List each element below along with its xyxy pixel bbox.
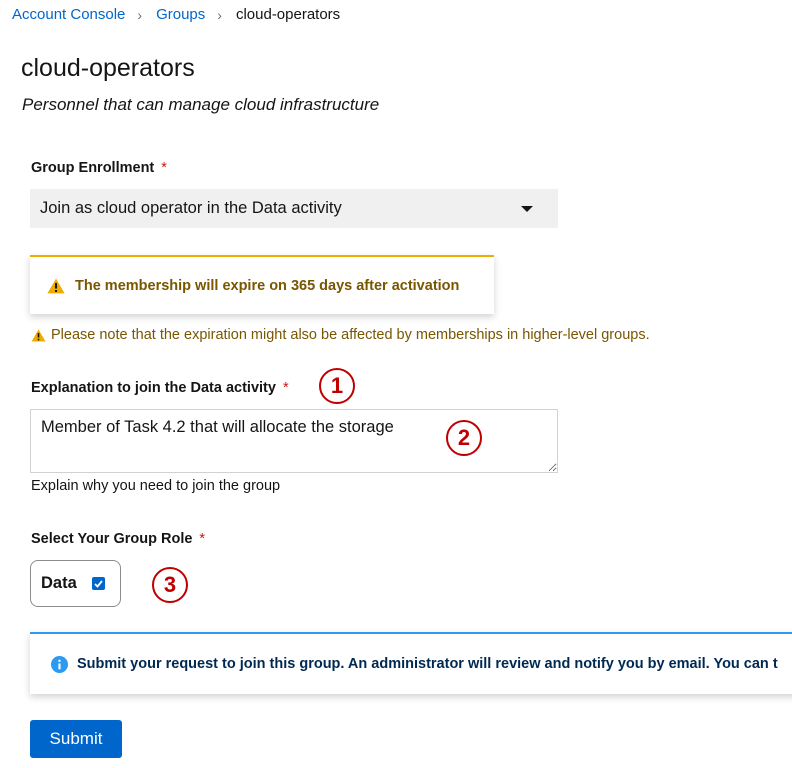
warning-triangle-icon [47, 278, 65, 293]
group-role-label-text: Select Your Group Role [31, 531, 193, 547]
submit-info-alert: Submit your request to join this group. … [30, 632, 792, 694]
info-circle-icon [51, 655, 68, 673]
warning-triangle-icon [31, 328, 46, 342]
check-icon [94, 579, 103, 588]
page-description: Personnel that can manage cloud infrastr… [22, 95, 380, 114]
role-option-data[interactable]: Data [30, 560, 121, 607]
submit-button[interactable]: Submit [30, 720, 122, 758]
page-title: cloud-operators [21, 54, 195, 82]
group-enrollment-label-text: Group Enrollment [31, 160, 155, 176]
membership-expiration-text: The membership will expire on 365 days a… [75, 277, 460, 294]
annotation-marker-1: 1 [319, 368, 355, 404]
breadcrumb-current: cloud-operators [235, 6, 341, 23]
submit-info-text: Submit your request to join this group. … [77, 656, 778, 672]
membership-expiration-alert: The membership will expire on 365 days a… [30, 255, 494, 314]
group-enrollment-select[interactable]: Join as cloud operator in the Data activ… [30, 189, 558, 228]
expiration-note-text: Please note that the expiration might al… [51, 327, 650, 343]
chevron-right-icon: › [217, 6, 222, 23]
explanation-helper-text: Explain why you need to join the group [31, 478, 281, 494]
expiration-note: Please note that the expiration might al… [31, 327, 650, 343]
role-checkbox[interactable] [91, 577, 105, 590]
required-marker: * [161, 160, 167, 176]
breadcrumb-account-console[interactable]: Account Console [12, 6, 125, 23]
explanation-label-text: Explanation to join the Data activity [31, 380, 276, 396]
explanation-label: Explanation to join the Data activity * [31, 380, 289, 396]
breadcrumb-groups[interactable]: Groups [156, 6, 205, 23]
annotation-marker-3: 3 [152, 567, 188, 603]
annotation-marker-2: 2 [446, 420, 482, 456]
group-role-label: Select Your Group Role * [31, 531, 205, 547]
role-option-label: Data [41, 574, 77, 592]
caret-down-icon [521, 205, 533, 212]
group-enrollment-label: Group Enrollment * [31, 160, 167, 176]
required-marker: * [282, 380, 289, 396]
group-enrollment-selected-value: Join as cloud operator in the Data activ… [40, 199, 342, 217]
breadcrumb: Account Console › Groups › cloud-operato… [12, 6, 340, 23]
required-marker: * [199, 531, 206, 547]
chevron-right-icon: › [137, 6, 143, 23]
